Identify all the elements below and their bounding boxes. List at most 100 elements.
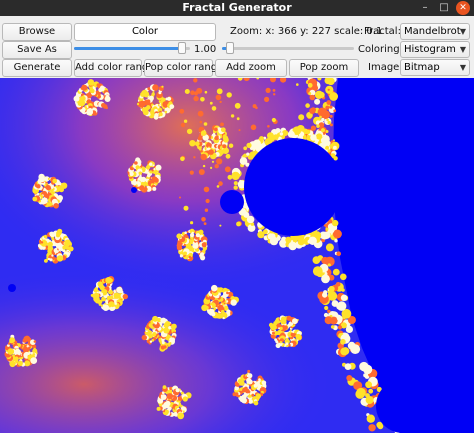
fringe-blob [204,208,209,212]
fringe-blob [224,166,231,173]
fringe-blob [246,142,252,148]
main-bulb [244,138,342,236]
fringe-blob [7,350,10,353]
fringe-blob [203,122,208,126]
fringe-blob [153,177,159,183]
fringe-blob [56,255,64,262]
fringe-blob [105,106,109,110]
fringe-blob [201,304,208,312]
fringe-blob [184,231,187,234]
fringe-blob [292,318,298,325]
fringe-blob [238,129,241,132]
fringe-blob [152,84,159,91]
fringe-blob [50,232,55,238]
maximize-button[interactable]: □ [437,1,451,15]
fringe-blob [316,133,323,140]
color-slider-handle[interactable] [178,42,186,54]
fringe-blob [296,83,299,86]
fringe-blob [330,325,335,329]
fringe-blob [278,327,280,330]
fringe-blob [225,153,231,159]
fringe-blob [242,154,246,158]
fringe-blob [325,105,330,110]
fringe-blob [175,388,180,393]
second-slider-handle[interactable] [226,42,234,54]
fringe-blob [279,132,284,136]
fringe-blob [365,396,374,404]
fringe-blob [77,101,83,106]
save-as-button[interactable]: Save As [2,41,72,59]
fringe-blob [38,173,45,181]
color-slider[interactable] [74,41,190,55]
fringe-blob [149,340,153,343]
fringe-blob [161,85,164,88]
fringe-blob [201,242,207,248]
fringe-blob [218,181,223,186]
color-field[interactable]: Color [74,23,216,41]
fringe-blob [267,133,272,137]
coloring-select[interactable]: Histogram ▼ [400,41,470,58]
fringe-blob [223,137,229,143]
zoom-readout: Zoom: x: 366 y: 227 scale: 0.1 [230,26,383,37]
fringe-blob [253,139,261,148]
close-button[interactable]: ✕ [456,1,470,15]
fringe-blob [153,114,159,120]
fringe-blob [129,171,134,177]
fringe-blob [327,88,330,91]
fringe-blob [164,409,169,414]
fringe-blob [247,369,251,373]
fringe-blob [336,315,342,321]
fringe-blob [158,112,163,117]
fringe-blob [81,84,88,91]
minimize-button[interactable]: – [418,1,432,15]
fringe-blob [264,96,270,102]
add-color-range-button[interactable]: Add color range [74,59,154,77]
fringe-blob [208,149,214,155]
fringe-blob [220,127,226,133]
fringe-blob [255,106,258,110]
pop-zoom-button[interactable]: Pop zoom [289,59,359,77]
fringe-blob [333,145,337,150]
fringe-blob [149,162,153,166]
fringe-blob [327,263,331,267]
fringe-blob [68,246,74,252]
fringe-blob [222,317,225,320]
fringe-blob [199,120,203,124]
fringe-blob [344,363,352,370]
fractal-canvas[interactable] [0,78,474,433]
fringe-blob [141,334,147,341]
fractal-select[interactable]: Mandelbrot ▼ [400,23,470,40]
fringe-blob [321,117,325,122]
fringe-blob [226,291,229,295]
fringe-blob [216,135,219,138]
fringe-blob [340,294,348,302]
fringe-blob [189,170,194,175]
fringe-blob [193,78,198,83]
fringe-blob [216,158,223,165]
fringe-blob [246,152,250,156]
fringe-blob [333,156,338,161]
fringe-blob [368,388,374,394]
chevron-down-icon: ▼ [459,45,466,54]
fringe-blob [308,92,312,95]
fringe-blob [316,124,320,128]
fringe-blob [309,94,316,101]
fringe-blob [329,123,333,127]
pop-color-range-button[interactable]: Pop color range [144,59,223,77]
second-slider[interactable] [222,41,354,55]
fringe-blob [183,205,189,211]
browse-button[interactable]: Browse [2,23,72,41]
fringe-blob [279,326,283,330]
fringe-blob [87,79,95,86]
fringe-blob [321,274,330,284]
mini-copy [131,187,137,193]
fringe-blob [179,254,183,258]
image-select[interactable]: Bitmap ▼ [400,59,470,76]
fringe-blob [36,184,41,189]
add-zoom-button[interactable]: Add zoom [215,59,287,77]
fringe-blob [182,396,188,402]
fringe-blob [122,293,128,300]
image-label: Image: [368,62,403,73]
generate-button[interactable]: Generate [2,59,72,77]
fringe-blob [220,122,224,127]
